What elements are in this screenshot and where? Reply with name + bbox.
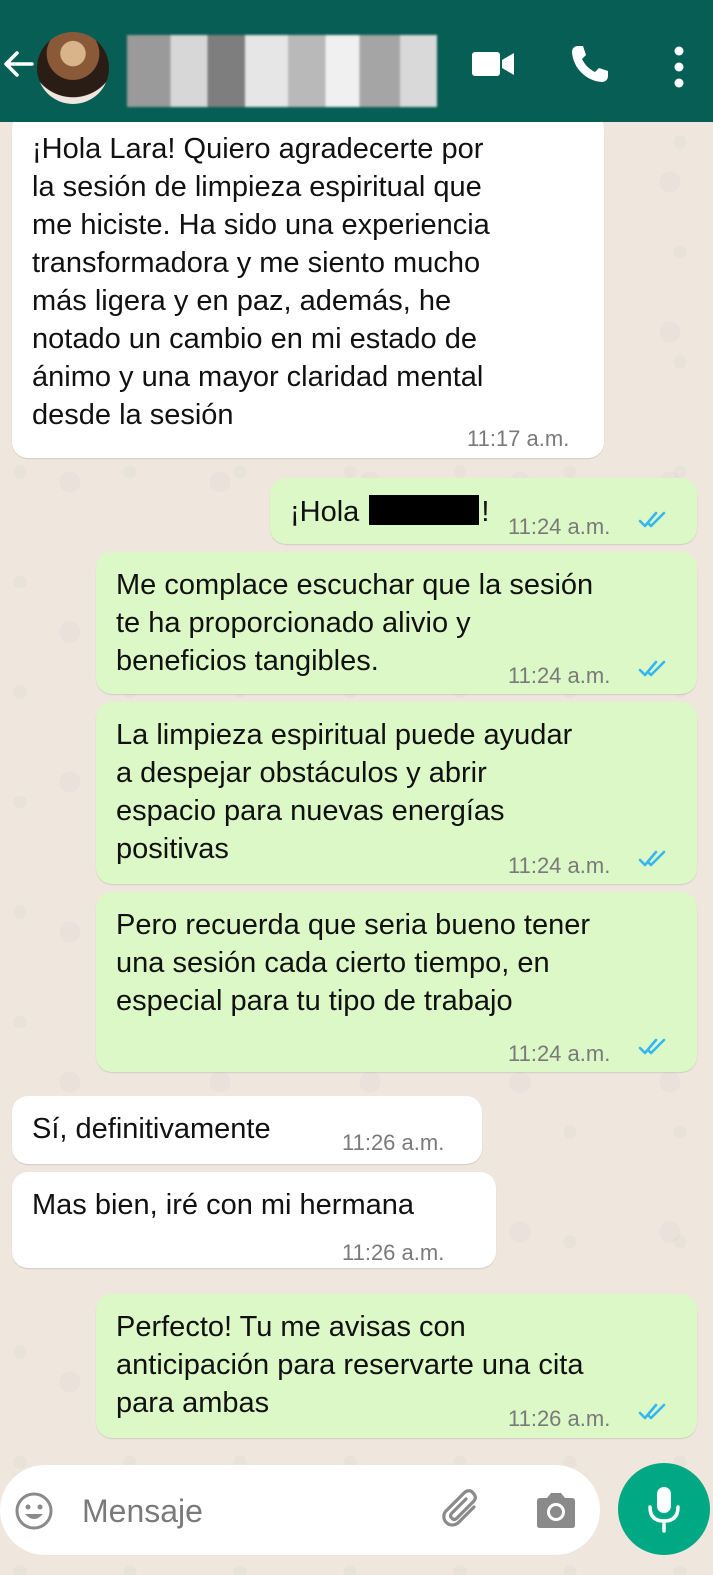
message-text: Pero recuerda que seria bueno tener una … bbox=[116, 909, 590, 1017]
camera-icon[interactable] bbox=[533, 1489, 579, 1531]
message-time: 11:26 a.m. bbox=[342, 1240, 445, 1265]
read-receipt-icon bbox=[638, 1038, 666, 1055]
message-outgoing[interactable]: La limpieza espiritual puede ayudar a de… bbox=[96, 702, 697, 884]
chat-header bbox=[0, 0, 713, 122]
message-time: 11:24 a.m. bbox=[508, 663, 611, 688]
message-text: Mas bien, iré con mi hermana bbox=[32, 1189, 414, 1221]
read-receipt-icon bbox=[638, 850, 666, 867]
voice-call-icon[interactable] bbox=[568, 42, 612, 86]
contact-avatar[interactable] bbox=[37, 32, 109, 104]
message-incoming[interactable]: Mas bien, iré con mi hermana 11:26 a.m. bbox=[12, 1172, 496, 1268]
message-incoming[interactable]: Sí, definitivamente 11:26 a.m. bbox=[12, 1096, 482, 1164]
message-time: 11:24 a.m. bbox=[508, 514, 611, 539]
message-text-end: ! bbox=[481, 496, 490, 528]
message-text: Sí, definitivamente bbox=[32, 1113, 271, 1145]
redacted-name bbox=[369, 495, 480, 525]
message-composer bbox=[0, 1465, 600, 1555]
message-text: La limpieza espiritual puede ayudar a de… bbox=[116, 719, 573, 865]
read-receipt-icon bbox=[638, 660, 666, 677]
message-time: 11:24 a.m. bbox=[508, 853, 611, 878]
mic-icon bbox=[648, 1487, 680, 1533]
emoji-icon[interactable] bbox=[14, 1491, 54, 1531]
attach-icon[interactable] bbox=[440, 1487, 486, 1533]
voice-record-button[interactable] bbox=[618, 1463, 710, 1555]
message-time: 11:17 a.m. bbox=[467, 426, 570, 451]
more-vertical-icon[interactable] bbox=[668, 44, 690, 90]
read-receipt-icon bbox=[638, 1403, 666, 1420]
message-outgoing[interactable]: Pero recuerda que seria bueno tener una … bbox=[96, 892, 697, 1072]
message-outgoing[interactable]: ¡Hola ! 11:24 a.m. bbox=[270, 478, 697, 544]
video-call-icon[interactable] bbox=[470, 46, 516, 82]
message-text: ¡Hola Lara! Quiero agradecerte por la se… bbox=[32, 133, 490, 431]
message-input[interactable] bbox=[80, 1490, 424, 1532]
message-text: ¡Hola bbox=[290, 496, 368, 528]
contact-name-redacted[interactable] bbox=[127, 35, 437, 107]
read-receipt-icon bbox=[638, 511, 666, 528]
message-incoming[interactable]: ¡Hola Lara! Quiero agradecerte por la se… bbox=[12, 112, 604, 458]
message-time: 11:24 a.m. bbox=[508, 1041, 611, 1066]
message-outgoing[interactable]: Me complace escuchar que la sesión te ha… bbox=[96, 552, 697, 694]
message-time: 11:26 a.m. bbox=[508, 1406, 611, 1431]
message-outgoing[interactable]: Perfecto! Tu me avisas con anticipación … bbox=[96, 1294, 697, 1438]
arrow-left-icon[interactable] bbox=[2, 44, 36, 84]
message-time: 11:26 a.m. bbox=[342, 1130, 445, 1155]
